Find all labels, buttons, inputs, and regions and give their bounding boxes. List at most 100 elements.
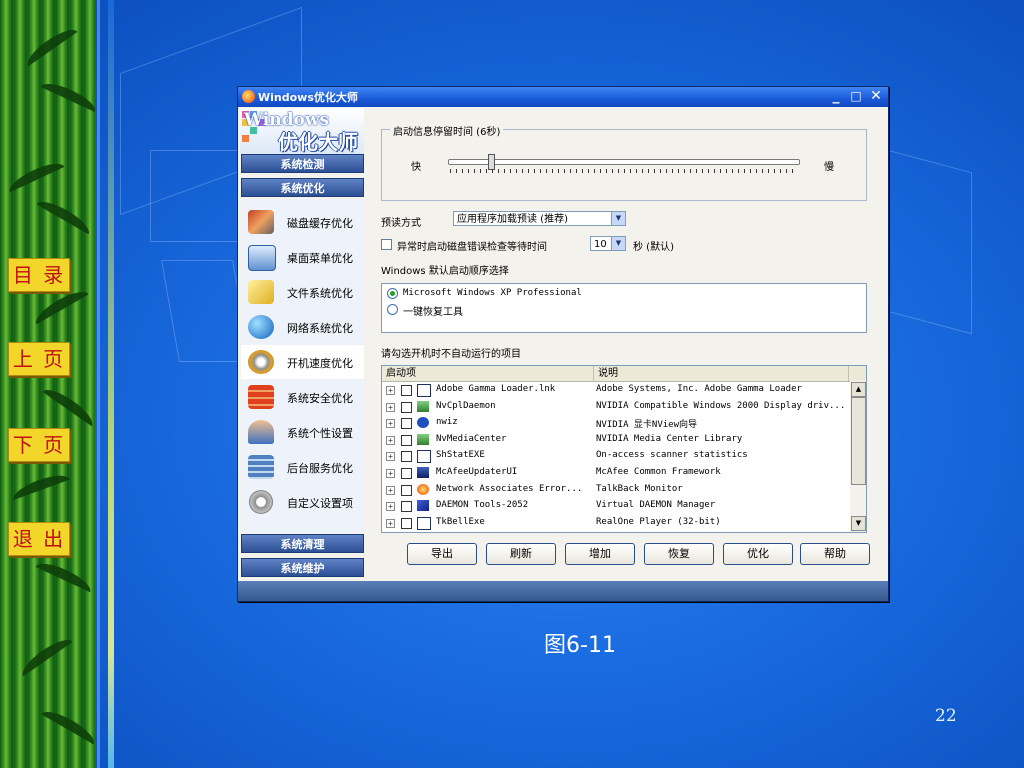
prefetch-select[interactable]: 应用程序加载预读 (推荐) ▼ [453, 211, 626, 226]
sidebar-item-security[interactable]: 系统安全优化 [241, 380, 364, 414]
nav-prev-page-button[interactable]: 上 页 [8, 342, 70, 376]
title-bar[interactable]: Windows优化大师 _ □ ✕ [238, 87, 888, 107]
row-startup-name: Network Associates Error... [436, 483, 583, 494]
disk-check-checkbox[interactable] [381, 239, 392, 250]
sidebar-item-services[interactable]: 后台服务优化 [241, 450, 364, 484]
maximize-button[interactable]: □ [848, 88, 864, 105]
decor-line [97, 0, 100, 768]
nav-next-page-button[interactable]: 下 页 [8, 428, 70, 462]
custom-settings-icon [248, 490, 274, 514]
table-row[interactable]: + NvCplDaemon NVIDIA Compatible Windows 20… [382, 399, 850, 415]
program-icon [417, 500, 429, 512]
expand-icon[interactable]: + [386, 386, 395, 395]
section-system-check[interactable]: 系统检测 [241, 154, 364, 173]
section-system-optimize[interactable]: 系统优化 [241, 178, 364, 197]
table-row[interactable]: + Adobe Gamma Loader.lnk Adobe Systems, In… [382, 382, 850, 398]
boot-order-radio-restore[interactable] [387, 304, 398, 315]
row-description: Virtual DAEMON Manager [596, 500, 716, 511]
disk-check-label: 异常时启动磁盘错误检查等待时间 [397, 242, 547, 253]
sidebar-item-desktop-menu[interactable]: 桌面菜单优化 [241, 240, 364, 274]
expand-icon[interactable]: + [386, 452, 395, 462]
startup-list-header: 启动项 说明 [382, 366, 866, 382]
boot-time-slider-track[interactable] [448, 159, 800, 165]
row-checkbox[interactable] [401, 385, 412, 396]
app-logo: Windows 优化大师 [240, 108, 364, 154]
table-row[interactable]: + nwiz NVIDIA 显卡NView向导 [382, 415, 850, 431]
row-startup-name: McAfeeUpdaterUI [436, 467, 518, 477]
column-header-startup-item[interactable]: 启动项 [382, 366, 594, 381]
boot-time-slider-thumb[interactable] [488, 154, 495, 170]
sidebar-item-disk-cache[interactable]: 磁盘缓存优化 [241, 205, 364, 239]
boot-order-box: Microsoft Windows XP Professional 一键恢复工具 [381, 283, 867, 333]
table-row[interactable]: + McAfeeUpdaterUI McAfee Common Framework [382, 465, 850, 481]
startup-list-scrollbar[interactable]: ▲ ▼ [850, 381, 866, 532]
expand-icon[interactable]: + [386, 485, 395, 495]
expand-icon[interactable]: + [386, 502, 395, 512]
close-button[interactable]: ✕ [868, 88, 884, 105]
sidebar-item-label: 后台服务优化 [287, 462, 353, 475]
sidebar-item-file-system[interactable]: 文件系统优化 [241, 275, 364, 309]
service-icon [248, 455, 274, 479]
export-button[interactable]: 导出 [407, 543, 477, 565]
logo-text-cn: 优化大师 [278, 130, 358, 154]
table-row[interactable]: + ShStatEXE On-access scanner statistics [382, 448, 850, 464]
section-system-cleanup[interactable]: 系统清理 [241, 534, 364, 553]
row-checkbox[interactable] [401, 434, 412, 446]
boot-message-group [381, 129, 867, 201]
minimize-button[interactable]: _ [828, 88, 844, 105]
program-icon [417, 483, 429, 495]
expand-icon[interactable]: + [386, 469, 395, 478]
decor-cube [150, 150, 242, 242]
row-description: TalkBack Monitor [596, 483, 683, 494]
sidebar-item-boot-speed[interactable]: 开机速度优化 [241, 345, 364, 379]
restore-button[interactable]: 恢复 [644, 543, 714, 565]
decor-glow-line [108, 0, 114, 768]
row-checkbox[interactable] [401, 418, 412, 430]
scroll-up-icon[interactable]: ▲ [851, 382, 866, 397]
expand-icon[interactable]: + [386, 435, 395, 445]
row-checkbox[interactable] [401, 468, 412, 479]
row-checkbox[interactable] [401, 451, 412, 463]
security-icon [248, 385, 274, 409]
sidebar-item-label: 自定义设置项 [287, 497, 353, 510]
row-description: NVIDIA Compatible Windows 2000 Display d… [596, 400, 846, 411]
slider-ticks [450, 169, 798, 173]
sidebar-item-network[interactable]: 网络系统优化 [241, 310, 364, 344]
sidebar-item-custom[interactable]: 自定义设置项 [241, 485, 364, 519]
refresh-button[interactable]: 刷新 [486, 543, 556, 565]
table-row[interactable]: + NvMediaCenter NVIDIA Media Center Librar… [382, 432, 850, 448]
add-button[interactable]: 增加 [565, 543, 635, 565]
optimize-button[interactable]: 优化 [723, 543, 793, 565]
row-checkbox[interactable] [401, 517, 412, 529]
sidebar-item-label: 系统个性设置 [287, 427, 353, 440]
row-checkbox[interactable] [401, 401, 412, 413]
program-icon [417, 384, 431, 397]
nav-exit-button[interactable]: 退 出 [8, 522, 70, 556]
disk-check-seconds-select[interactable]: 10 ▼ [590, 236, 626, 251]
boot-order-radio-xp[interactable] [387, 288, 398, 299]
section-system-maintenance[interactable]: 系统维护 [241, 558, 364, 577]
sidebar-item-label: 桌面菜单优化 [287, 252, 353, 265]
nav-contents-button[interactable]: 目 录 [8, 258, 70, 292]
boot-order-option-xp: Microsoft Windows XP Professional [403, 288, 582, 298]
table-row[interactable]: + DAEMON Tools-2052 Virtual DAEMON Manager [382, 498, 850, 514]
row-startup-name: DAEMON Tools-2052 [436, 500, 529, 511]
app-icon [242, 90, 255, 103]
row-checkbox[interactable] [401, 484, 412, 496]
file-system-icon [248, 280, 274, 304]
table-row[interactable]: + TkBellExe RealOne Player (32-bit) [382, 515, 850, 531]
expand-icon[interactable]: + [386, 518, 395, 528]
row-startup-name: Adobe Gamma Loader.lnk [436, 384, 556, 394]
decor-cube [880, 147, 972, 335]
scrollbar-thumb[interactable] [851, 397, 866, 485]
help-button[interactable]: 帮助 [800, 543, 870, 565]
table-row[interactable]: + Network Associates Error... TalkBack Mon… [382, 482, 850, 498]
program-icon [417, 516, 431, 530]
scroll-down-icon[interactable]: ▼ [851, 516, 866, 531]
slider-fast-label: 快 [411, 162, 421, 173]
expand-icon[interactable]: + [386, 419, 395, 429]
row-checkbox[interactable] [401, 501, 412, 513]
expand-icon[interactable]: + [386, 402, 395, 412]
sidebar-item-personalize[interactable]: 系统个性设置 [241, 415, 364, 449]
column-header-description[interactable]: 说明 [594, 366, 849, 381]
